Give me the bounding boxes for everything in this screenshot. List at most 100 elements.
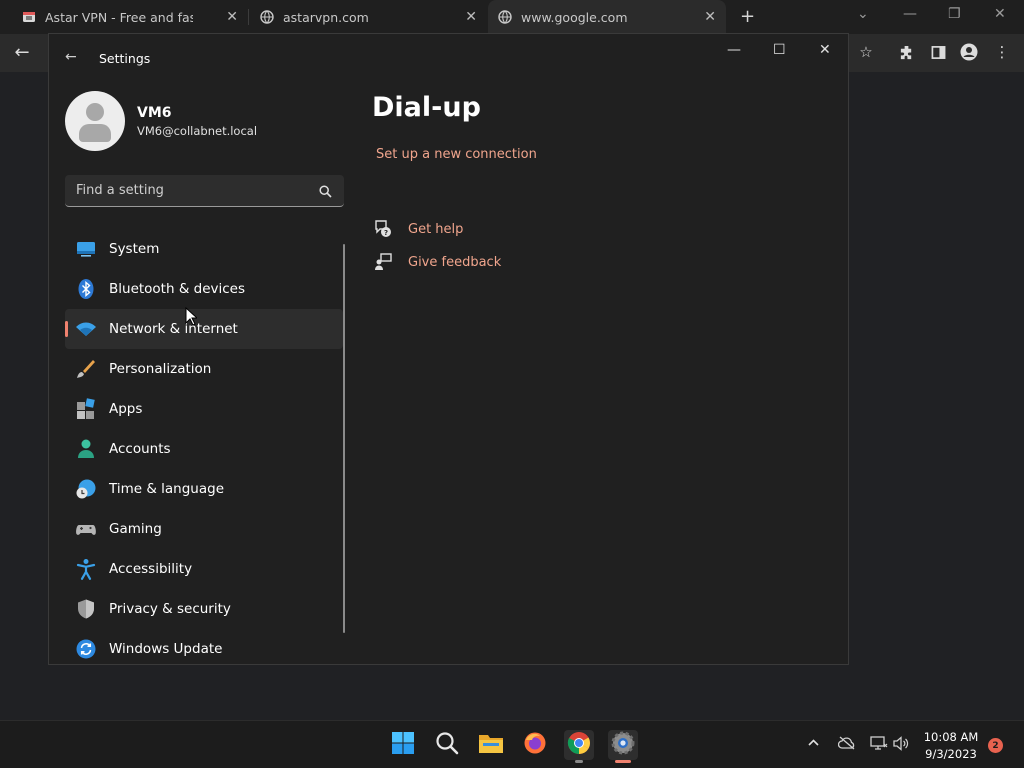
feedback-icon: [373, 252, 393, 272]
notification-badge[interactable]: 2: [988, 738, 1003, 753]
start-icon: [391, 731, 415, 759]
window-title: Settings: [99, 51, 151, 66]
tab-title: Astar VPN - Free and fast VPN fo: [45, 9, 193, 25]
give-feedback-link[interactable]: Give feedback: [373, 252, 501, 272]
active-app-indicator: [615, 760, 631, 763]
nav-item-apps[interactable]: Apps: [65, 389, 343, 429]
svg-text:?: ?: [384, 229, 388, 237]
chrome-button[interactable]: [564, 730, 594, 763]
close-tab-icon[interactable]: ✕: [704, 9, 716, 25]
tab-title: astarvpn.com: [283, 9, 369, 25]
restore-icon[interactable]: ❐: [948, 6, 961, 22]
close-icon[interactable]: ✕: [819, 42, 831, 58]
show-hidden-icons-chevron-icon[interactable]: [807, 736, 820, 753]
nav-item-bluetooth[interactable]: Bluetooth & devices: [65, 269, 343, 309]
taskbar-search-button[interactable]: [432, 730, 462, 760]
nav-item-network[interactable]: Network & internet: [65, 309, 343, 349]
nav-item-gaming[interactable]: Gaming: [65, 509, 343, 549]
side-panel-icon[interactable]: [928, 42, 948, 62]
clock-date[interactable]: 9/3/2023: [920, 747, 982, 761]
globe-icon: [260, 10, 274, 24]
firefox-icon: [523, 731, 547, 759]
browser-tab-astarvpn[interactable]: astarvpn.com ✕: [260, 0, 477, 34]
nav-label: Personalization: [109, 361, 212, 377]
file-explorer-button[interactable]: [476, 730, 506, 760]
selection-indicator: [65, 321, 68, 337]
user-email: VM6@collabnet.local: [137, 124, 258, 138]
nav-item-privacy[interactable]: Privacy & security: [65, 589, 343, 629]
system-icon: [75, 238, 97, 260]
file-explorer-icon: [478, 731, 504, 759]
back-arrow-icon[interactable]: ←: [12, 42, 32, 63]
close-tab-icon[interactable]: ✕: [465, 9, 477, 25]
nav-label: Gaming: [109, 521, 162, 537]
onedrive-offline-icon[interactable]: [837, 736, 856, 754]
settings-button[interactable]: [608, 730, 638, 763]
nav-label: Accessibility: [109, 561, 193, 577]
nav-item-system[interactable]: System: [65, 229, 343, 269]
profile-icon[interactable]: [959, 42, 979, 62]
close-tab-icon[interactable]: ✕: [226, 9, 238, 25]
accounts-icon: [75, 438, 97, 460]
nav-label: System: [109, 241, 160, 257]
new-tab-button[interactable]: +: [740, 6, 755, 27]
get-help-link[interactable]: ? Get help: [373, 219, 463, 239]
give-feedback-label: Give feedback: [408, 254, 502, 270]
nav-scrollbar[interactable]: [343, 244, 345, 633]
settings-nav: System Bluetooth & devices Network & int…: [65, 229, 343, 669]
nav-item-accounts[interactable]: Accounts: [65, 429, 343, 469]
minimize-icon[interactable]: —: [727, 42, 741, 58]
nav-label: Apps: [109, 401, 143, 417]
settings-window: ← Settings — ☐ ✕ VM6 VM6@collabnet.local…: [48, 33, 849, 665]
firefox-button[interactable]: [520, 730, 550, 760]
nav-label: Windows Update: [109, 641, 223, 657]
search-icon[interactable]: [319, 183, 332, 198]
nav-item-windows-update[interactable]: Windows Update: [65, 629, 343, 669]
nav-item-time-language[interactable]: Time & language: [65, 469, 343, 509]
browser-tab-google[interactable]: www.google.com ✕: [488, 0, 726, 34]
bluetooth-icon: [75, 278, 97, 300]
nav-item-accessibility[interactable]: Accessibility: [65, 549, 343, 589]
network-icon[interactable]: [870, 736, 888, 755]
running-indicator: [575, 760, 583, 763]
settings-icon: [611, 731, 635, 759]
avatar[interactable]: [65, 91, 125, 151]
close-icon[interactable]: ✕: [994, 6, 1006, 22]
clock-time[interactable]: 10:08 AM: [920, 730, 982, 744]
brush-icon: [75, 358, 97, 380]
tab-divider: [248, 9, 249, 25]
menu-kebab-icon[interactable]: ⋮: [992, 42, 1012, 62]
gaming-icon: [75, 518, 97, 540]
nav-label: Privacy & security: [109, 601, 231, 617]
windows-update-icon: [75, 638, 97, 660]
shield-icon: [75, 598, 97, 620]
page-title: Dial-up: [372, 92, 481, 123]
start-button[interactable]: [388, 730, 418, 760]
minimize-icon[interactable]: —: [903, 6, 917, 22]
extensions-icon[interactable]: [896, 42, 916, 62]
volume-icon[interactable]: [893, 736, 909, 755]
search-icon: [435, 731, 459, 759]
nav-label: Bluetooth & devices: [109, 281, 246, 297]
nav-item-personalization[interactable]: Personalization: [65, 349, 343, 389]
avatar-head: [86, 103, 104, 121]
nav-label: Accounts: [109, 441, 171, 457]
tab-title: www.google.com: [521, 9, 628, 25]
maximize-icon[interactable]: ☐: [773, 42, 786, 58]
browser-tab-strip: Astar VPN - Free and fast VPN fo ✕ astar…: [0, 0, 1024, 34]
browser-tab-astar-vpn[interactable]: Astar VPN - Free and fast VPN fo ✕: [22, 0, 240, 34]
apps-icon: [75, 398, 97, 420]
setup-new-connection-link[interactable]: Set up a new connection: [376, 147, 537, 162]
globe-icon: [498, 10, 512, 24]
search-placeholder: Find a setting: [76, 183, 164, 198]
user-name: VM6: [137, 105, 172, 121]
astar-vpn-icon: [22, 10, 36, 24]
tab-search-icon[interactable]: ⌄: [857, 6, 869, 22]
accessibility-icon: [75, 558, 97, 580]
back-arrow-icon[interactable]: ←: [65, 49, 77, 65]
help-chat-icon: ?: [373, 219, 393, 239]
nav-label: Time & language: [109, 481, 225, 497]
get-help-label: Get help: [408, 221, 464, 237]
search-input[interactable]: Find a setting: [65, 175, 344, 207]
bookmark-star-icon[interactable]: ☆: [856, 42, 876, 62]
